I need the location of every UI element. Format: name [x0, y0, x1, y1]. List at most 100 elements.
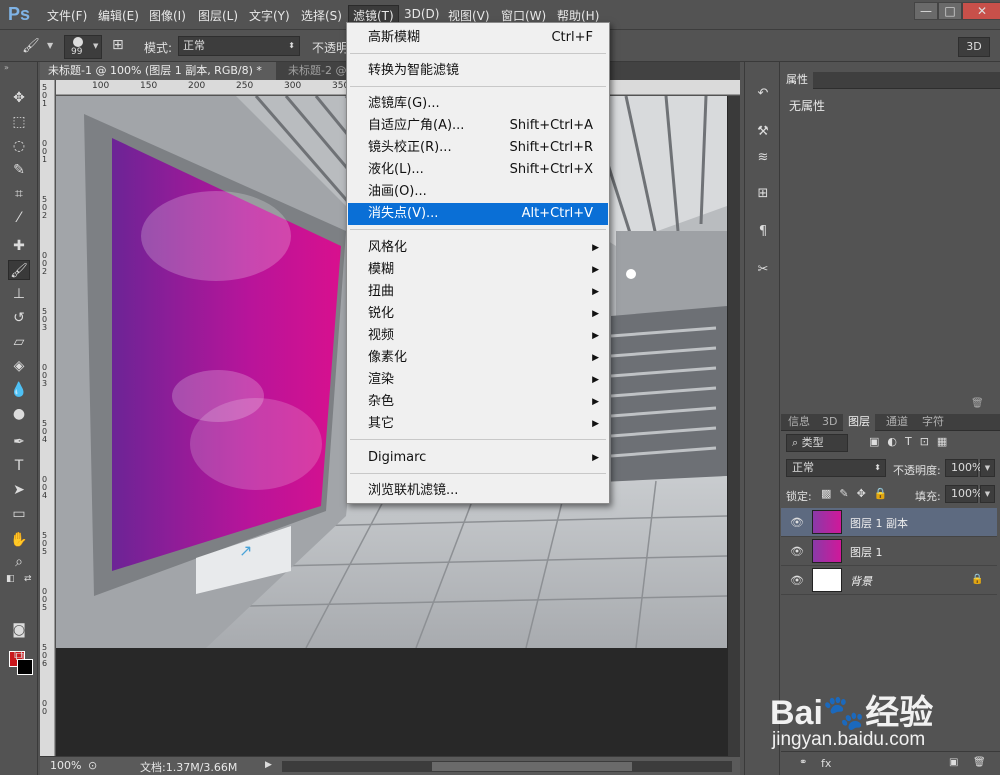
blur-tool-icon[interactable]: 💧 — [8, 380, 30, 400]
default-colors-icon[interactable]: ◧ — [6, 574, 15, 584]
brush-tool-icon[interactable]: 🖌 — [8, 260, 30, 280]
swap-colors-icon[interactable]: ⇄ — [24, 574, 32, 584]
menu-item-video[interactable]: 视频 ▶ — [348, 325, 608, 347]
menu-item-lens-correction[interactable]: 镜头校正(R)... Shift+Ctrl+R — [348, 137, 608, 159]
eraser-tool-icon[interactable]: ▱ — [8, 332, 30, 352]
chevron-down-icon[interactable]: ▼ — [47, 41, 53, 50]
menu-file[interactable]: 文件(F) — [47, 7, 87, 24]
menu-item-stylize[interactable]: 风格化 ▶ — [348, 237, 608, 259]
type-tool-icon[interactable]: T — [8, 456, 30, 476]
menu-3d[interactable]: 3D(D) — [404, 7, 439, 21]
pen-tool-icon[interactable]: ✒ — [8, 432, 30, 452]
brush-panel-icon[interactable]: ⊞ — [112, 37, 124, 53]
eye-icon[interactable]: 👁 — [790, 516, 804, 529]
tab-3d[interactable]: 3D — [817, 414, 842, 431]
3d-mode-button[interactable]: 3D — [958, 37, 990, 57]
menu-layer[interactable]: 图层(L) — [198, 7, 238, 24]
layer-filter-select[interactable]: ⌕ 类型 — [786, 434, 848, 452]
paragraph-panel-icon[interactable]: ¶ — [753, 222, 773, 242]
delete-icon[interactable]: 🗑 — [971, 398, 984, 409]
menu-edit[interactable]: 编辑(E) — [98, 7, 139, 24]
menu-select[interactable]: 选择(S) — [301, 7, 342, 24]
menu-item-adaptive-wide-angle[interactable]: 自适应广角(A)... Shift+Ctrl+A — [348, 115, 608, 137]
chevron-down-icon[interactable]: ▼ — [980, 485, 995, 503]
mode-select[interactable]: 正常 ⬍ — [178, 36, 300, 56]
eyedropper-tool-icon[interactable]: ⁄ — [8, 208, 30, 228]
eye-icon[interactable]: 👁 — [790, 574, 804, 587]
status-menu-arrow-icon[interactable]: ▶ — [265, 760, 272, 770]
maximize-button[interactable]: □ — [938, 2, 962, 20]
menu-type[interactable]: 文字(Y) — [249, 7, 290, 24]
clone-stamp-tool-icon[interactable]: ⊥ — [8, 284, 30, 304]
lock-icons[interactable]: ▩✎✥🔒 — [821, 487, 896, 500]
tab-channels[interactable]: 通道 — [881, 414, 913, 431]
brush-preset-picker[interactable]: 99 ▼ — [64, 35, 102, 59]
tab-character[interactable]: 字符 — [917, 414, 949, 431]
menu-item-digimarc[interactable]: Digimarc ▶ — [348, 447, 608, 469]
layer-name[interactable]: 图层 1 副本 — [850, 515, 908, 531]
menu-item-vanishing-point[interactable]: 消失点(V)... Alt+Ctrl+V — [348, 203, 608, 225]
menu-item-browse-online-filters[interactable]: 浏览联机滤镜... — [348, 480, 608, 502]
history-panel-icon[interactable]: ↶ — [753, 84, 773, 104]
menu-image[interactable]: 图像(I) — [149, 7, 186, 24]
collapse-icon[interactable]: » — [4, 63, 9, 72]
lasso-tool-icon[interactable]: ◌ — [8, 136, 30, 156]
menu-item-gaussian-blur[interactable]: 高斯模糊 Ctrl+F — [348, 27, 608, 49]
zoom-level[interactable]: 100% — [50, 759, 81, 772]
tab-layers[interactable]: 图层 — [843, 414, 875, 431]
history-brush-tool-icon[interactable]: ↺ — [8, 308, 30, 328]
new-layer-icon[interactable]: ▣ — [949, 757, 958, 768]
brush-presets-icon[interactable]: ≋ — [753, 148, 773, 168]
menu-item-distort[interactable]: 扭曲 ▶ — [348, 281, 608, 303]
dodge-tool-icon[interactable]: ● — [8, 404, 30, 424]
clone-source-icon[interactable]: ⊞ — [753, 184, 773, 204]
chevron-down-icon[interactable]: ▼ — [980, 459, 995, 477]
fill-input[interactable]: 100% — [945, 485, 982, 503]
layer-filter-icons[interactable]: ▣◐T⊡▦ — [869, 435, 955, 448]
marquee-tool-icon[interactable]: ⬚ — [8, 112, 30, 132]
minimize-button[interactable]: — — [914, 2, 938, 20]
menu-item-convert-smart-filter[interactable]: 转换为智能滤镜 — [348, 60, 608, 82]
share-icon[interactable]: ⊙ — [88, 759, 97, 772]
move-tool-icon[interactable]: ✥ — [8, 88, 30, 108]
menu-item-noise[interactable]: 杂色 ▶ — [348, 391, 608, 413]
layer-name[interactable]: 图层 1 — [850, 544, 883, 560]
tools-icon[interactable]: ✂ — [753, 260, 773, 280]
menu-item-oil-paint[interactable]: 油画(O)... — [348, 181, 608, 203]
tool-presets-icon[interactable]: ⚒ — [753, 122, 773, 142]
blend-mode-select[interactable]: 正常 ⬍ — [786, 459, 886, 477]
fx-icon[interactable]: fx — [821, 757, 831, 770]
brush-icon[interactable]: 🖌 — [22, 38, 40, 54]
layer-row[interactable]: 👁 图层 1 — [781, 537, 997, 566]
tab-properties[interactable]: 属性 — [781, 72, 813, 89]
screen-mode-icon[interactable]: ⧉ — [8, 646, 30, 666]
layer-row[interactable]: 👁 背景 🔒 — [781, 566, 997, 595]
layer-name[interactable]: 背景 — [850, 573, 872, 589]
quick-mask-icon[interactable]: ◙ — [8, 620, 30, 640]
close-button[interactable]: ✕ — [962, 2, 1000, 20]
menu-item-filter-gallery[interactable]: 滤镜库(G)... — [348, 93, 608, 115]
quick-selection-tool-icon[interactable]: ✎ — [8, 160, 30, 180]
shape-tool-icon[interactable]: ▭ — [8, 504, 30, 524]
vertical-scrollbar[interactable] — [728, 96, 740, 756]
menu-item-pixelate[interactable]: 像素化 ▶ — [348, 347, 608, 369]
opacity-input[interactable]: 100% — [945, 459, 982, 477]
paint-bucket-tool-icon[interactable]: ◈ — [8, 356, 30, 376]
crop-tool-icon[interactable]: ⌗ — [8, 184, 30, 204]
path-selection-tool-icon[interactable]: ➤ — [8, 480, 30, 500]
tab-info[interactable]: 信息 — [783, 414, 815, 431]
eye-icon[interactable]: 👁 — [790, 545, 804, 558]
trash-icon[interactable]: 🗑 — [973, 757, 986, 768]
menu-item-blur[interactable]: 模糊 ▶ — [348, 259, 608, 281]
link-icon[interactable]: ⚭ — [799, 757, 807, 768]
hand-tool-icon[interactable]: ✋ — [8, 530, 30, 550]
healing-brush-tool-icon[interactable]: ✚ — [8, 236, 30, 256]
menu-item-render[interactable]: 渲染 ▶ — [348, 369, 608, 391]
menu-item-sharpen[interactable]: 锐化 ▶ — [348, 303, 608, 325]
zoom-tool-icon[interactable]: ⌕ — [8, 552, 30, 572]
layer-row[interactable]: 👁 图层 1 副本 — [781, 508, 997, 537]
menu-item-other[interactable]: 其它 ▶ — [348, 413, 608, 435]
tab-document-1[interactable]: 未标题-1 @ 100% (图层 1 副本, RGB/8) * — [40, 62, 276, 80]
horizontal-scrollbar[interactable] — [282, 761, 732, 772]
scrollbar-thumb[interactable] — [432, 762, 632, 771]
